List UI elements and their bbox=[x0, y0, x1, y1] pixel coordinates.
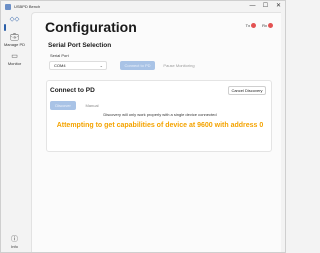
sidebar: ⬦⬦ 💼︎ Manage PD ▭ Monitor ⓘ Info bbox=[1, 12, 28, 252]
rx-status-badge: Rx bbox=[262, 23, 273, 28]
serial-port-section-title: Serial Port Selection bbox=[48, 42, 112, 49]
status-message: Attempting to get capabilities of device… bbox=[56, 122, 264, 129]
close-button[interactable]: ✕ bbox=[272, 1, 285, 12]
window-controls: — ☐ ✕ bbox=[246, 1, 285, 12]
pause-monitoring-button[interactable]: Pause Monitoring bbox=[160, 61, 198, 70]
tab-manual[interactable]: Manual bbox=[80, 101, 104, 110]
minimize-button[interactable]: — bbox=[246, 1, 259, 12]
sidebar-item-label: Monitor bbox=[7, 61, 22, 66]
tab-discover[interactable]: Discover bbox=[50, 101, 76, 110]
sidebar-item-mode[interactable]: ⬦⬦ bbox=[2, 16, 27, 32]
serial-port-value: COM4 bbox=[54, 63, 66, 68]
sidebar-item-monitor[interactable]: ▭ Monitor bbox=[2, 53, 27, 66]
main-content: Configuration Tx Rx Serial Port Selectio… bbox=[31, 12, 281, 252]
title-bar: USBPD Bench — ☐ ✕ bbox=[1, 1, 285, 12]
status-chips: Tx Rx bbox=[246, 23, 273, 28]
serial-port-select[interactable]: COM4 ⌄ bbox=[49, 61, 107, 70]
page-title: Configuration bbox=[45, 19, 137, 35]
connect-pd-section-title: Connect to PD bbox=[50, 87, 95, 94]
chevron-down-icon: ⌄ bbox=[99, 63, 103, 68]
sidebar-item-label: Manage PD bbox=[3, 42, 26, 47]
tx-label: Tx bbox=[245, 23, 251, 28]
maximize-button[interactable]: ☐ bbox=[259, 1, 272, 12]
serial-port-label: Serial Port bbox=[50, 53, 69, 58]
window-title: USBPD Bench bbox=[14, 4, 41, 9]
connect-pd-card: Connect to PD Cancel Discovery Discover … bbox=[46, 80, 272, 152]
sidebar-item-manage-pd[interactable]: 💼︎ Manage PD bbox=[2, 34, 27, 47]
sidebar-item-label: Info bbox=[11, 244, 18, 249]
info-icon: ⓘ bbox=[11, 236, 18, 243]
monitor-icon: ▭ bbox=[11, 53, 18, 60]
discovery-note: Discovery will only work properly with a… bbox=[103, 112, 217, 117]
rx-label: Rx bbox=[262, 23, 267, 28]
sidebar-item-info[interactable]: ⓘ Info bbox=[2, 236, 27, 249]
tx-status-dot-icon bbox=[251, 23, 257, 28]
connect-to-pd-button[interactable]: Connect to PD bbox=[120, 61, 155, 70]
briefcase-icon: 💼︎ bbox=[10, 34, 19, 41]
cancel-discovery-button[interactable]: Cancel Discovery bbox=[228, 86, 266, 95]
rx-status-dot-icon bbox=[268, 23, 273, 28]
app-logo-icon bbox=[5, 3, 11, 10]
tx-status-badge: Tx bbox=[245, 23, 257, 28]
active-indicator bbox=[4, 24, 6, 31]
mode-icon: ⬦⬦ bbox=[9, 16, 20, 23]
app-window: USBPD Bench — ☐ ✕ ⬦⬦ 💼︎ Manage PD ▭ Moni… bbox=[0, 0, 286, 253]
